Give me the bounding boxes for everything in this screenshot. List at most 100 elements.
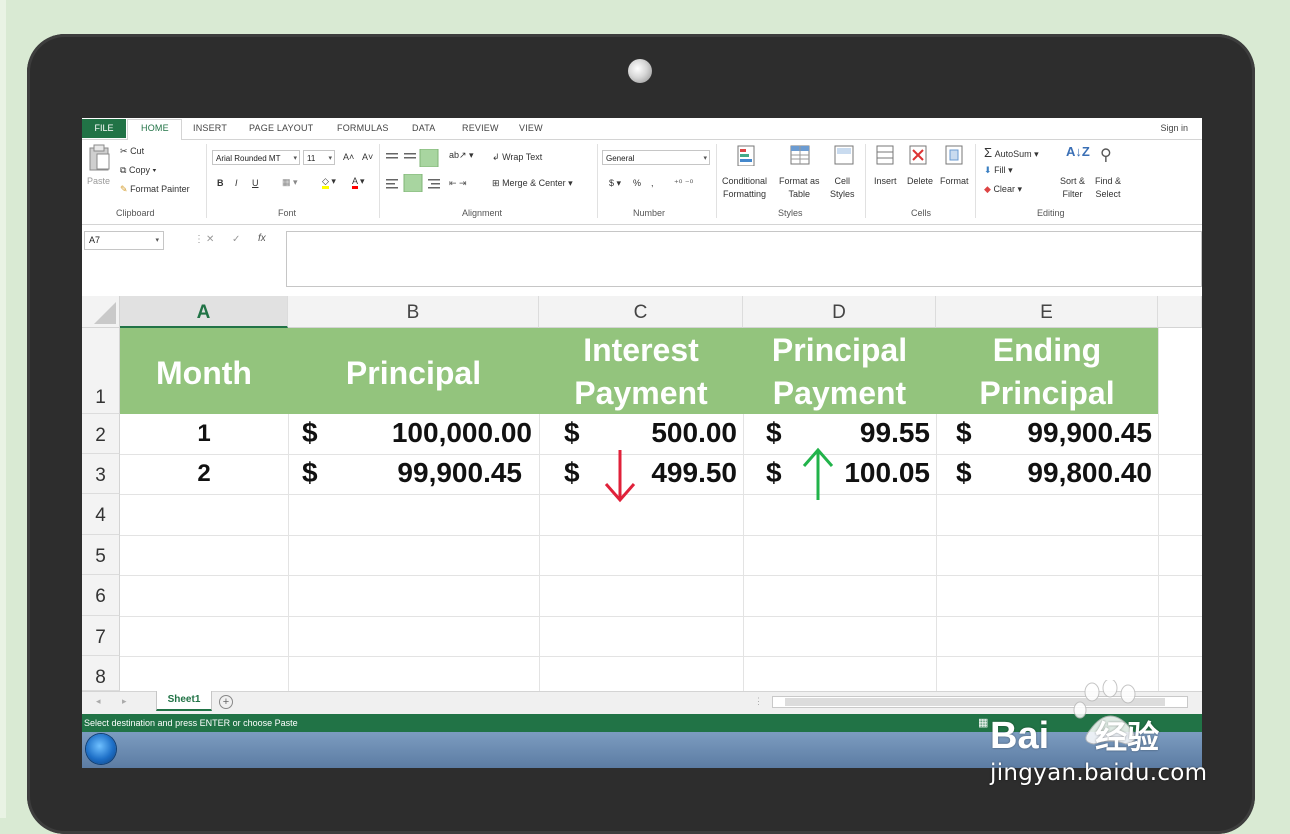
sort-filter-button[interactable]: Sort & Filter [1060,175,1085,201]
shrink-font-icon[interactable]: A˅ [362,152,373,162]
cell-d2[interactable]: 99.55 [802,417,930,449]
tab-formulas[interactable]: FORMULAS [337,123,389,133]
enter-icon[interactable]: ✓ [232,234,240,245]
paste-icon[interactable] [88,144,112,172]
tab-view[interactable]: VIEW [519,123,543,133]
split-handle-icon[interactable]: ⋮ [754,696,763,707]
align-horizontal-icons[interactable] [386,174,446,192]
delete-cells-icon[interactable] [908,144,930,166]
cell-c2[interactable]: 500.00 [602,417,737,449]
wrap-text-button[interactable]: ↲ Wrap Text [492,152,542,163]
cancel-icon[interactable]: ✕ [206,234,214,245]
row-header-6[interactable]: 6 [82,575,120,616]
background-strip [0,0,6,818]
font-name-select[interactable]: Arial Rounded MT ▾ [212,150,300,165]
conditional-formatting-button[interactable]: Conditional Formatting [722,175,767,201]
align-top-icons[interactable] [386,149,442,167]
insert-cells-icon[interactable] [875,144,897,166]
worksheet-grid[interactable]: A B C D E 1 2 3 4 5 6 7 8 Month Principa… [82,296,1202,691]
paste-label[interactable]: Paste [87,176,110,186]
cell-a2[interactable]: 1 [120,420,288,448]
header-ending-principal-line2[interactable]: Principal [936,373,1158,413]
header-principal-payment-line2[interactable]: Payment [743,373,936,413]
italic-button[interactable]: I [235,178,238,188]
sheet-next-icon[interactable]: ▸ [122,696,127,707]
format-as-table-button[interactable]: Format as Table [779,175,820,201]
font-size-select[interactable]: 11 ▾ [303,150,335,165]
formula-input[interactable] [286,231,1202,287]
orientation-icon[interactable]: ab↗ ▾ [449,150,474,161]
copy-button[interactable]: ⧉ Copy ▾ [120,165,156,176]
column-header-d[interactable]: D [743,296,936,328]
column-header-b[interactable]: B [288,296,539,328]
fill-color-icon[interactable]: ◇ ▾ [322,176,336,189]
row-header-2[interactable]: 2 [82,414,120,454]
insert-function-icon[interactable]: fx [258,233,266,244]
select-all-button[interactable] [82,296,120,328]
row-header-3[interactable]: 3 [82,454,120,494]
insert-button[interactable]: Insert [874,176,897,186]
find-select-button[interactable]: Find & Select [1095,175,1121,201]
cell-b3-currency: $ [302,457,318,488]
tab-review[interactable]: REVIEW [462,123,499,133]
format-cells-icon[interactable] [944,144,966,166]
cell-e3[interactable]: 99,800.40 [982,457,1152,489]
cell-e2[interactable]: 99,900.45 [982,417,1152,449]
format-button[interactable]: Format [940,176,969,186]
row-header-1[interactable]: 1 [82,328,120,414]
autosum-button[interactable]: Σ AutoSum ▾ [984,145,1039,160]
column-header-f[interactable] [1158,296,1202,328]
tab-data[interactable]: DATA [412,123,435,133]
row-header-4[interactable]: 4 [82,494,120,535]
cell-styles-button[interactable]: Cell Styles [830,175,855,201]
bold-button[interactable]: B [217,178,224,188]
windows-start-icon[interactable] [86,734,116,764]
sheet-tab-sheet1[interactable]: Sheet1 [156,691,212,711]
tab-insert[interactable]: INSERT [193,123,227,133]
underline-button[interactable]: U [252,178,259,188]
header-interest-payment-line2[interactable]: Payment [539,373,743,413]
normal-view-icon[interactable]: ▦ [978,714,988,732]
row-header-5[interactable]: 5 [82,535,120,575]
sign-in-link[interactable]: Sign in [1160,123,1188,133]
format-as-table-icon[interactable] [790,144,812,166]
column-header-c[interactable]: C [539,296,743,328]
clear-button[interactable]: ◆ Clear ▾ [984,184,1022,195]
header-principal-payment-line1[interactable]: Principal [743,330,936,370]
comma-style-icon[interactable]: , [651,178,654,188]
grow-font-icon[interactable]: A˄ [343,152,354,162]
decimal-icons[interactable]: ⁺⁰ ⁻⁰ [674,178,693,189]
merge-center-button[interactable]: ⊞ Merge & Center ▾ [492,178,573,189]
format-painter-button[interactable]: ✎ Format Painter [120,184,190,195]
cell-a3[interactable]: 2 [120,460,288,488]
tab-file[interactable]: FILE [82,119,126,138]
percent-button[interactable]: % [633,178,641,188]
cell-b2[interactable]: 100,000.00 [332,417,532,449]
cut-button[interactable]: ✂ Cut [120,146,144,157]
conditional-formatting-icon[interactable] [737,144,759,166]
tab-home[interactable]: HOME [141,123,169,133]
header-principal[interactable]: Principal [288,353,539,393]
name-box[interactable]: A7 ▾ [84,231,164,250]
delete-button[interactable]: Delete [907,176,933,186]
cell-styles-icon[interactable] [834,144,856,166]
binoculars-icon[interactable]: ⚲ [1100,145,1112,165]
borders-icon[interactable]: ▦ ▾ [282,177,298,188]
cell-b3[interactable]: 99,900.45 [322,457,522,489]
column-header-e[interactable]: E [936,296,1158,328]
header-ending-principal-line1[interactable]: Ending [936,330,1158,370]
currency-button[interactable]: $ ▾ [609,178,621,189]
row-header-7[interactable]: 7 [82,616,120,656]
indent-icons[interactable]: ⇤ ⇥ [449,178,467,189]
row-header-8[interactable]: 8 [82,656,120,691]
sheet-prev-icon[interactable]: ◂ [96,696,101,707]
number-format-select[interactable]: General ▾ [602,150,710,165]
font-color-icon[interactable]: A ▾ [352,176,365,189]
header-month[interactable]: Month [120,353,288,393]
tab-page-layout[interactable]: PAGE LAYOUT [249,123,313,133]
column-header-a[interactable]: A [120,296,288,328]
fill-button[interactable]: ⬇ Fill ▾ [984,165,1013,176]
add-sheet-icon[interactable]: + [219,695,233,709]
sort-filter-icon[interactable]: A↓Z [1066,144,1090,159]
header-interest-payment-line1[interactable]: Interest [539,330,743,370]
